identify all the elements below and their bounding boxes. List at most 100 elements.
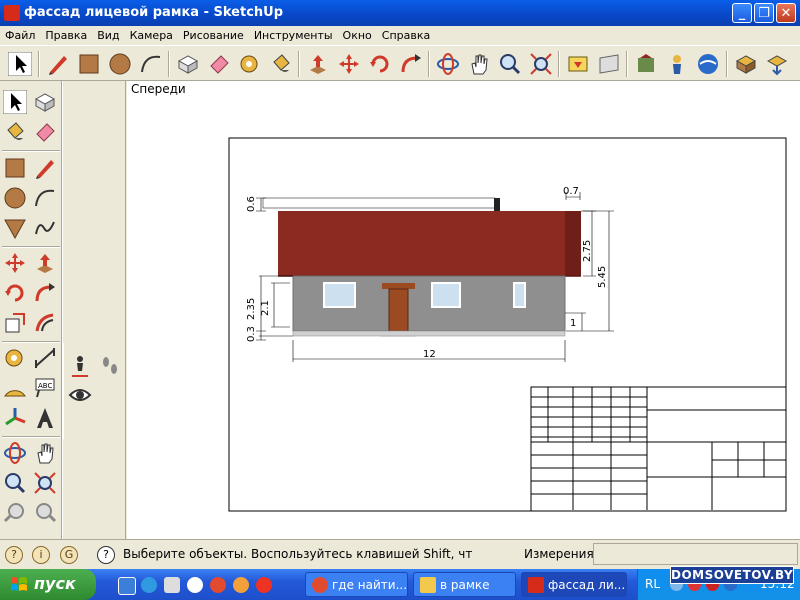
sketchup-icon xyxy=(528,577,544,593)
rotate-tool-icon[interactable] xyxy=(368,52,392,76)
ie-icon[interactable] xyxy=(141,577,157,593)
zoom-tool-icon[interactable] xyxy=(498,52,522,76)
menu-draw[interactable]: Рисование xyxy=(178,26,249,42)
arc-tool-icon[interactable] xyxy=(139,52,163,76)
offset-tool-icon[interactable] xyxy=(33,311,57,335)
menu-window[interactable]: Окно xyxy=(338,26,377,42)
scale-tool-icon[interactable] xyxy=(3,311,27,335)
title-bar: фассад лицевой рамка - SketchUp _ ❐ ✕ xyxy=(0,0,800,26)
make-component-icon[interactable] xyxy=(33,90,57,114)
rectangle-tool-icon[interactable] xyxy=(77,52,101,76)
get-models-icon[interactable] xyxy=(566,52,590,76)
zoom-extents-icon[interactable] xyxy=(529,52,553,76)
menu-camera[interactable]: Камера xyxy=(125,26,178,42)
mail-ru-icon[interactable] xyxy=(233,577,249,593)
window-title: фассад лицевой рамка - SketchUp xyxy=(24,5,284,20)
task-folder[interactable]: в рамке xyxy=(413,572,516,597)
pan-tool-icon[interactable] xyxy=(467,52,491,76)
position-camera-icon[interactable] xyxy=(68,354,92,378)
restore-button[interactable]: ❐ xyxy=(754,3,774,23)
select-tool-icon[interactable] xyxy=(8,52,32,76)
protractor-tool-icon[interactable] xyxy=(3,376,27,400)
previous-view-icon[interactable] xyxy=(3,501,27,525)
google-earth-icon[interactable] xyxy=(696,52,720,76)
add-location-icon[interactable] xyxy=(634,52,658,76)
rectangle-tool-icon[interactable] xyxy=(3,156,27,180)
yandex-icon[interactable] xyxy=(256,577,272,593)
eraser-tool-icon[interactable] xyxy=(207,52,231,76)
push-pull-icon[interactable] xyxy=(306,52,330,76)
door xyxy=(388,288,409,332)
dimension-tool-icon[interactable] xyxy=(33,346,57,370)
chrome-icon[interactable] xyxy=(210,577,226,593)
polygon-tool-icon[interactable] xyxy=(3,216,27,240)
geo-location-icon[interactable]: ? xyxy=(5,546,23,564)
select-tool-icon[interactable] xyxy=(3,90,27,114)
walk-tool-icon[interactable] xyxy=(98,354,122,378)
start-label: пуск xyxy=(34,574,76,593)
orbit-tool-icon[interactable] xyxy=(436,52,460,76)
task-browser[interactable]: где найти... xyxy=(305,572,408,597)
minimize-button[interactable]: _ xyxy=(732,3,752,23)
tape-measure-icon[interactable] xyxy=(238,52,262,76)
menu-tools[interactable]: Инструменты xyxy=(249,26,338,42)
zoom-extents-icon[interactable] xyxy=(33,471,57,495)
facade-drawing: 0.6 0.7 2.75 5.45 2.35 2.1 0.3 1 12 xyxy=(228,137,787,512)
email-icon[interactable] xyxy=(164,577,180,593)
menu-view[interactable]: Вид xyxy=(92,26,124,42)
menu-edit[interactable]: Правка xyxy=(40,26,92,42)
pencil-tool-icon[interactable] xyxy=(46,52,70,76)
component-download-icon[interactable] xyxy=(765,52,789,76)
circle-tool-icon[interactable] xyxy=(3,186,27,210)
eraser-tool-icon[interactable] xyxy=(33,120,57,144)
look-around-icon[interactable] xyxy=(68,383,92,407)
window-left xyxy=(323,282,356,308)
roof xyxy=(278,211,581,276)
follow-me-icon[interactable] xyxy=(33,281,57,305)
start-button[interactable]: пуск xyxy=(0,569,96,600)
next-view-icon[interactable] xyxy=(33,501,57,525)
3d-text-tool-icon[interactable] xyxy=(33,406,57,430)
photo-textures-icon[interactable] xyxy=(665,52,689,76)
axes-tool-icon[interactable] xyxy=(3,406,27,430)
paint-bucket-icon[interactable] xyxy=(269,52,293,76)
move-tool-icon[interactable] xyxy=(3,251,27,275)
drawing-viewport[interactable]: Спереди 0.6 0.7 2.75 5.45 2.35 2.1 0.3 1… xyxy=(127,81,800,539)
rotate-tool-icon[interactable] xyxy=(3,281,27,305)
circle-tool-icon[interactable] xyxy=(108,52,132,76)
paint-bucket-icon[interactable] xyxy=(3,120,27,144)
user-login-icon[interactable]: G xyxy=(60,546,78,564)
arc-tool-icon[interactable] xyxy=(33,186,57,210)
media-player-icon[interactable] xyxy=(187,577,203,593)
move-tool-icon[interactable] xyxy=(337,52,361,76)
svg-text:ABC: ABC xyxy=(38,382,52,390)
push-pull-icon[interactable] xyxy=(33,251,57,275)
close-button[interactable]: ✕ xyxy=(776,3,796,23)
dim-total-height: 5.45 xyxy=(597,266,608,288)
sketchup-app-icon xyxy=(4,5,20,21)
menu-help[interactable]: Справка xyxy=(377,26,435,42)
tape-measure-icon[interactable] xyxy=(3,346,27,370)
credits-icon[interactable]: i xyxy=(32,546,50,564)
task-sketchup[interactable]: фассад ли... xyxy=(521,572,627,597)
measurements-input[interactable] xyxy=(593,543,798,565)
plinth xyxy=(292,330,566,337)
share-model-icon[interactable] xyxy=(597,52,621,76)
show-desktop-icon[interactable] xyxy=(118,577,136,595)
component-tools-icon[interactable] xyxy=(734,52,758,76)
follow-me-icon[interactable] xyxy=(399,52,423,76)
text-tool-icon[interactable]: ABC xyxy=(33,376,57,400)
zoom-tool-icon[interactable] xyxy=(3,471,27,495)
pencil-tool-icon[interactable] xyxy=(33,156,57,180)
menu-file[interactable]: Файл xyxy=(0,26,40,42)
chimney xyxy=(494,198,500,212)
dim-wall-height: 2.35 xyxy=(246,298,257,320)
watermark-logo: DOMSOVETOV.BY xyxy=(670,566,794,584)
language-indicator[interactable]: RL xyxy=(645,577,660,591)
pan-tool-icon[interactable] xyxy=(33,441,57,465)
help-icon[interactable]: ? xyxy=(97,546,115,564)
make-component-icon[interactable] xyxy=(176,52,200,76)
orbit-tool-icon[interactable] xyxy=(3,441,27,465)
roof-ridge-line xyxy=(262,197,496,209)
freehand-tool-icon[interactable] xyxy=(33,216,57,240)
